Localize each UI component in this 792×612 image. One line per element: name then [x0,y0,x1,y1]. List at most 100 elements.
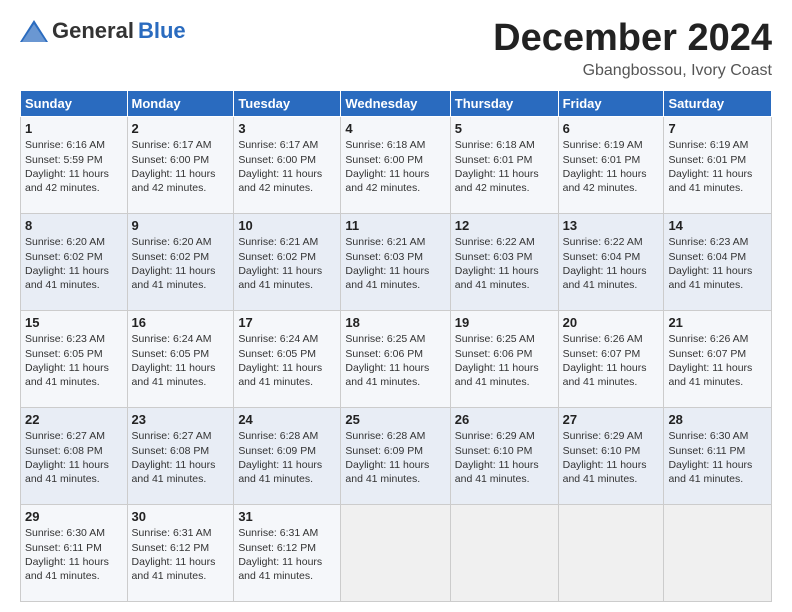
calendar-cell: 15Sunrise: 6:23 AMSunset: 6:05 PMDayligh… [21,310,128,407]
daylight-text: Daylight: 11 hours and 41 minutes. [238,556,322,582]
calendar-cell: 13Sunrise: 6:22 AMSunset: 6:04 PMDayligh… [558,213,664,310]
daylight-text: Daylight: 11 hours and 41 minutes. [132,265,216,291]
calendar-cell: 24Sunrise: 6:28 AMSunset: 6:09 PMDayligh… [234,407,341,504]
calendar-cell: 21Sunrise: 6:26 AM Sunset: 6:07 PM Dayligh… [664,310,772,407]
sunset-text: Sunset: 6:01 PM [455,154,533,166]
calendar-cell: 3Sunrise: 6:17 AMSunset: 6:00 PMDaylight… [234,116,341,213]
day-number: 7 [668,120,767,138]
daylight-text: Daylight: 11 hours and 41 minutes. [455,362,539,388]
logo-icon [20,20,48,42]
daylight-text: Daylight: 11 hours and 41 minutes. [345,362,429,388]
logo-general-text: General [52,18,134,44]
sunrise-text: Sunrise: 6:28 AM [238,430,318,442]
sunset-text: Sunset: 6:09 PM [345,445,423,457]
daylight-text: Daylight: 11 hours and 41 minutes. [563,265,647,291]
daylight-text: Daylight: 11 hours and 42 minutes. [345,168,429,194]
sunset-text: Sunset: 6:09 PM [238,445,316,457]
sunrise-text: Sunrise: 6:16 AM [25,139,105,151]
calendar-cell: 14Sunrise: 6:23 AMSunset: 6:04 PMDayligh… [664,213,772,310]
sunset-text: Sunset: 6:03 PM [345,251,423,263]
sunrise-text: Sunrise: 6:17 AM [238,139,318,151]
daylight-text: Daylight: 11 hours and 42 minutes. [455,168,539,194]
sunset-text: Sunset: 6:05 PM [25,348,103,360]
day-number: 10 [238,217,336,235]
sunset-text: Sunset: 6:01 PM [563,154,641,166]
daylight-text: Daylight: 11 hours and 41 minutes. [25,459,109,485]
sunset-text: Sunset: 5:59 PM [25,154,103,166]
daylight-text: Daylight: 11 hours and 41 minutes. [563,362,647,388]
sunrise-text: Sunrise: 6:20 AM [132,236,212,248]
sunset-text: Sunset: 6:00 PM [345,154,423,166]
sunset-text: Sunset: 6:02 PM [238,251,316,263]
calendar-cell: 16Sunrise: 6:24 AMSunset: 6:05 PMDayligh… [127,310,234,407]
sunset-text: Sunset: 6:08 PM [132,445,210,457]
sunset-text: Sunset: 6:08 PM [25,445,103,457]
day-number: 24 [238,411,336,429]
sunrise-text: Sunrise: 6:18 AM [455,139,535,151]
calendar-week-row: 8Sunrise: 6:20 AMSunset: 6:02 PMDaylight… [21,213,772,310]
daylight-text: Daylight: 11 hours and 41 minutes. [455,459,539,485]
col-friday: Friday [558,90,664,116]
header: GeneralBlue December 2024 Gbangbossou, I… [20,18,772,80]
daylight-text: Daylight: 11 hours and 42 minutes. [132,168,216,194]
calendar-week-row: 1Sunrise: 6:16 AMSunset: 5:59 PMDaylight… [21,116,772,213]
daylight-text: Daylight: 11 hours and 41 minutes. [455,265,539,291]
calendar-cell: 5Sunrise: 6:18 AMSunset: 6:01 PMDaylight… [450,116,558,213]
sunset-text: Sunset: 6:05 PM [238,348,316,360]
sunset-text: Sunset: 6:02 PM [132,251,210,263]
daylight-text: Daylight: 11 hours and 41 minutes. [668,265,752,291]
calendar-cell: 31Sunrise: 6:31 AMSunset: 6:12 PMDayligh… [234,504,341,601]
calendar-cell: 12Sunrise: 6:22 AMSunset: 6:03 PMDayligh… [450,213,558,310]
calendar-cell: 26Sunrise: 6:29 AMSunset: 6:10 PMDayligh… [450,407,558,504]
sunrise-text: Sunrise: 6:29 AM [455,430,535,442]
sunrise-text: Sunrise: 6:18 AM [345,139,425,151]
day-number: 29 [25,508,123,526]
calendar-cell: 17Sunrise: 6:24 AMSunset: 6:05 PMDayligh… [234,310,341,407]
calendar-cell: 22Sunrise: 6:27 AMSunset: 6:08 PMDayligh… [21,407,128,504]
sunrise-text: Sunrise: 6:29 AM [563,430,643,442]
day-number: 19 [455,314,554,332]
day-number: 30 [132,508,230,526]
calendar-cell: 10Sunrise: 6:21 AM Sunset: 6:02 PM Dayligh… [234,213,341,310]
daylight-text: Daylight: 11 hours and 41 minutes. [238,265,322,291]
daylight-text: Daylight: 11 hours and 41 minutes. [238,362,322,388]
daylight-text: Daylight: 11 hours and 41 minutes. [668,362,752,388]
sunrise-text: Sunrise: 6:30 AM [25,527,105,539]
day-number: 31 [238,508,336,526]
sunset-text: Sunset: 6:07 PM [668,348,746,360]
calendar-cell [558,504,664,601]
sunset-text: Sunset: 6:12 PM [132,542,210,554]
calendar-cell: 4Sunrise: 6:18 AMSunset: 6:00 PMDaylight… [341,116,450,213]
sunrise-text: Sunrise: 6:24 AM [132,333,212,345]
sunrise-text: Sunrise: 6:28 AM [345,430,425,442]
sunrise-text: Sunrise: 6:19 AM [563,139,643,151]
day-number: 21 [668,314,767,332]
sunrise-text: Sunrise: 6:27 AM [25,430,105,442]
sunrise-text: Sunrise: 6:26 AM [668,333,748,345]
sunset-text: Sunset: 6:05 PM [132,348,210,360]
day-number: 23 [132,411,230,429]
location: Gbangbossou, Ivory Coast [493,62,772,80]
sunset-text: Sunset: 6:00 PM [132,154,210,166]
col-saturday: Saturday [664,90,772,116]
sunrise-text: Sunrise: 6:31 AM [132,527,212,539]
calendar-cell: 6Sunrise: 6:19 AMSunset: 6:01 PMDaylight… [558,116,664,213]
calendar-cell: 27Sunrise: 6:29 AMSunset: 6:10 PMDayligh… [558,407,664,504]
sunrise-text: Sunrise: 6:22 AM [563,236,643,248]
sunrise-text: Sunrise: 6:30 AM [668,430,748,442]
calendar-cell [341,504,450,601]
sunrise-text: Sunrise: 6:20 AM [25,236,105,248]
calendar-cell: 25Sunrise: 6:28 AMSunset: 6:09 PMDayligh… [341,407,450,504]
daylight-text: Daylight: 11 hours and 42 minutes. [25,168,109,194]
sunset-text: Sunset: 6:04 PM [668,251,746,263]
calendar-cell [450,504,558,601]
day-number: 27 [563,411,660,429]
col-wednesday: Wednesday [341,90,450,116]
daylight-text: Daylight: 11 hours and 42 minutes. [238,168,322,194]
sunrise-text: Sunrise: 6:23 AM [668,236,748,248]
col-sunday: Sunday [21,90,128,116]
logo: GeneralBlue [20,18,186,44]
sunrise-text: Sunrise: 6:31 AM [238,527,318,539]
calendar-cell: 18Sunrise: 6:25 AMSunset: 6:06 PMDayligh… [341,310,450,407]
sunrise-text: Sunrise: 6:21 AM [238,236,318,248]
